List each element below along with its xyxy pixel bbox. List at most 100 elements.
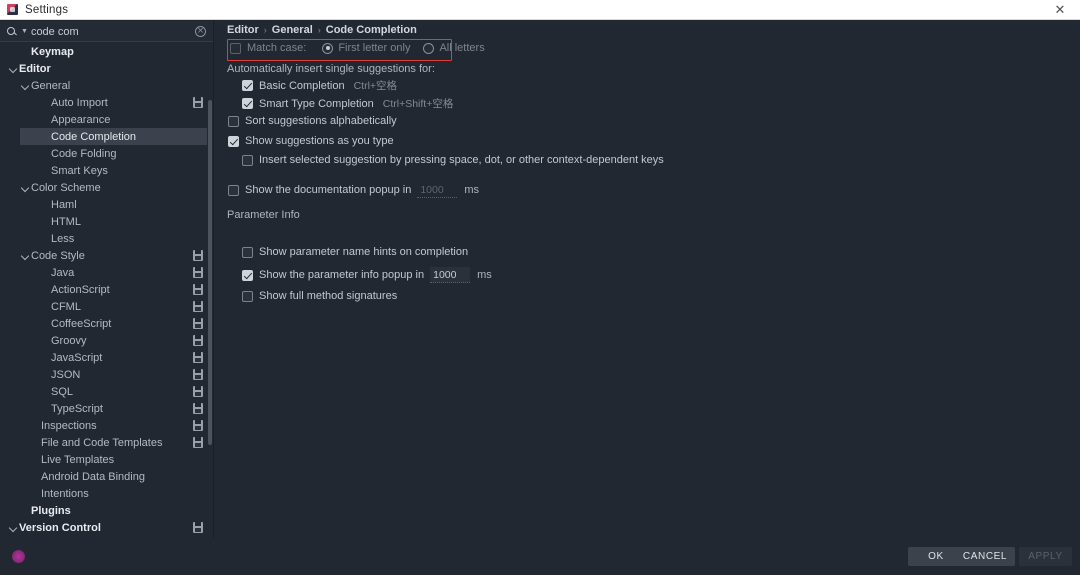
sidebar-item-code-completion[interactable]: Code Completion xyxy=(20,128,207,145)
doc-popup-checkbox[interactable] xyxy=(228,184,239,196)
search-input[interactable] xyxy=(30,25,191,38)
basic-completion-checkbox[interactable] xyxy=(242,80,253,91)
sidebar-item-general[interactable]: General xyxy=(0,77,213,94)
sort-suggestions-checkbox[interactable] xyxy=(228,115,239,127)
sidebar-item-inspections[interactable]: Inspections xyxy=(0,417,213,434)
chevron-down-icon[interactable] xyxy=(20,80,31,91)
window-title: Settings xyxy=(25,3,69,16)
param-popup-row[interactable]: Show the parameter info popup in ms xyxy=(242,267,492,283)
full-method-signatures-row[interactable]: Show full method signatures xyxy=(242,290,397,302)
sidebar-item-keymap[interactable]: Keymap xyxy=(0,43,213,60)
chevron-down-icon[interactable] xyxy=(8,522,19,533)
sidebar-item-label: HTML xyxy=(51,215,81,228)
sidebar-item-android-data-binding[interactable]: Android Data Binding xyxy=(0,468,213,485)
smart-type-completion-checkbox[interactable] xyxy=(242,98,253,109)
chevron-down-icon[interactable] xyxy=(8,63,19,74)
sidebar-item-sql[interactable]: SQL xyxy=(0,383,213,400)
window-titlebar: Settings ✕ xyxy=(0,0,1080,20)
apply-button: APPLY xyxy=(1019,547,1072,566)
full-method-signatures-checkbox[interactable] xyxy=(242,290,253,302)
sidebar-item-smart-keys[interactable]: Smart Keys xyxy=(0,162,213,179)
sidebar-item-cfml[interactable]: CFML xyxy=(0,298,213,315)
chevron-down-icon[interactable]: ▼ xyxy=(21,28,28,35)
clear-search-icon[interactable]: × xyxy=(195,26,206,37)
sidebar-item-actionscript[interactable]: ActionScript xyxy=(0,281,213,298)
sidebar-item-label: Haml xyxy=(51,198,77,211)
breadcrumb-item-general[interactable]: General xyxy=(272,24,313,36)
sidebar-item-haml[interactable]: Haml xyxy=(0,196,213,213)
show-suggestions-row[interactable]: Show suggestions as you type xyxy=(228,135,394,147)
sidebar-item-label: Less xyxy=(51,232,75,245)
settings-search-bar[interactable]: ▼ × xyxy=(0,22,213,42)
match-case-row[interactable]: Match case: First letter only All letter… xyxy=(230,42,485,54)
doc-popup-row[interactable]: Show the documentation popup in ms xyxy=(228,182,479,198)
close-icon[interactable]: ✕ xyxy=(1040,0,1080,20)
sidebar-item-label: Android Data Binding xyxy=(41,470,145,483)
settings-app-icon xyxy=(7,4,18,15)
chevron-down-icon[interactable] xyxy=(20,250,31,261)
show-suggestions-label: Show suggestions as you type xyxy=(245,135,394,147)
help-icon[interactable] xyxy=(12,550,25,563)
sidebar-item-label: Inspections xyxy=(41,419,97,432)
cancel-button[interactable]: CANCEL xyxy=(955,547,1015,566)
all-letters-radio[interactable] xyxy=(423,42,435,54)
sidebar-item-intentions[interactable]: Intentions xyxy=(0,485,213,502)
project-scope-icon xyxy=(193,369,203,380)
sidebar-item-file-and-code-templates[interactable]: File and Code Templates xyxy=(0,434,213,451)
chevron-down-icon[interactable] xyxy=(20,182,31,193)
parameter-info-group-label: Parameter Info xyxy=(227,209,300,221)
basic-completion-shortcut: Ctrl+空格 xyxy=(353,80,398,92)
sidebar-item-typescript[interactable]: TypeScript xyxy=(0,400,213,417)
sidebar-item-version-control[interactable]: Version Control xyxy=(0,519,213,536)
sidebar-item-appearance[interactable]: Appearance xyxy=(0,111,213,128)
doc-popup-delay-input[interactable] xyxy=(417,182,458,198)
sidebar-item-javascript[interactable]: JavaScript xyxy=(0,349,213,366)
insert-by-keys-row[interactable]: Insert selected suggestion by pressing s… xyxy=(242,154,664,166)
sort-suggestions-row[interactable]: Sort suggestions alphabetically xyxy=(228,115,397,127)
breadcrumb-item-editor[interactable]: Editor xyxy=(227,24,259,36)
project-scope-icon xyxy=(193,318,203,329)
sidebar-scrollbar-thumb[interactable] xyxy=(208,100,212,445)
sidebar-item-groovy[interactable]: Groovy xyxy=(0,332,213,349)
smart-type-completion-row[interactable]: Smart Type Completion Ctrl+Shift+空格 xyxy=(242,96,453,111)
sidebar-item-live-templates[interactable]: Live Templates xyxy=(0,451,213,468)
sidebar-item-auto-import[interactable]: Auto Import xyxy=(0,94,213,111)
sidebar-item-label: JavaScript xyxy=(51,351,103,364)
sidebar-item-color-scheme[interactable]: Color Scheme xyxy=(0,179,213,196)
show-suggestions-checkbox[interactable] xyxy=(228,135,239,147)
sidebar-item-plugins[interactable]: Plugins xyxy=(0,502,213,519)
settings-tree[interactable]: Keymap Editor General Auto Import Appearance… xyxy=(0,43,213,552)
sidebar-item-java[interactable]: Java xyxy=(0,264,213,281)
insert-by-keys-checkbox[interactable] xyxy=(242,154,253,166)
match-case-label: Match case: xyxy=(247,42,307,54)
project-scope-icon xyxy=(193,522,203,533)
sidebar-item-coffeescript[interactable]: CoffeeScript xyxy=(0,315,213,332)
sidebar-item-label: Live Templates xyxy=(41,453,115,466)
smart-type-completion-shortcut: Ctrl+Shift+空格 xyxy=(382,98,454,110)
first-letter-only-radio[interactable] xyxy=(322,42,334,54)
param-name-hints-checkbox[interactable] xyxy=(242,246,253,258)
sidebar-item-code-folding[interactable]: Code Folding xyxy=(0,145,213,162)
match-case-checkbox[interactable] xyxy=(230,42,241,54)
sidebar-item-code-style[interactable]: Code Style xyxy=(0,247,213,264)
sidebar-item-less[interactable]: Less xyxy=(0,230,213,247)
sidebar-item-html[interactable]: HTML xyxy=(0,213,213,230)
sidebar-item-label: Code Style xyxy=(31,249,85,262)
param-popup-delay-input[interactable] xyxy=(430,267,471,283)
basic-completion-row[interactable]: Basic Completion Ctrl+空格 xyxy=(242,78,397,93)
sidebar-item-json[interactable]: JSON xyxy=(0,366,213,383)
insert-by-keys-label: Insert selected suggestion by pressing s… xyxy=(259,154,664,166)
param-name-hints-row[interactable]: Show parameter name hints on completion xyxy=(242,246,468,258)
param-popup-checkbox[interactable] xyxy=(242,269,253,281)
sidebar-item-editor[interactable]: Editor xyxy=(0,60,213,77)
